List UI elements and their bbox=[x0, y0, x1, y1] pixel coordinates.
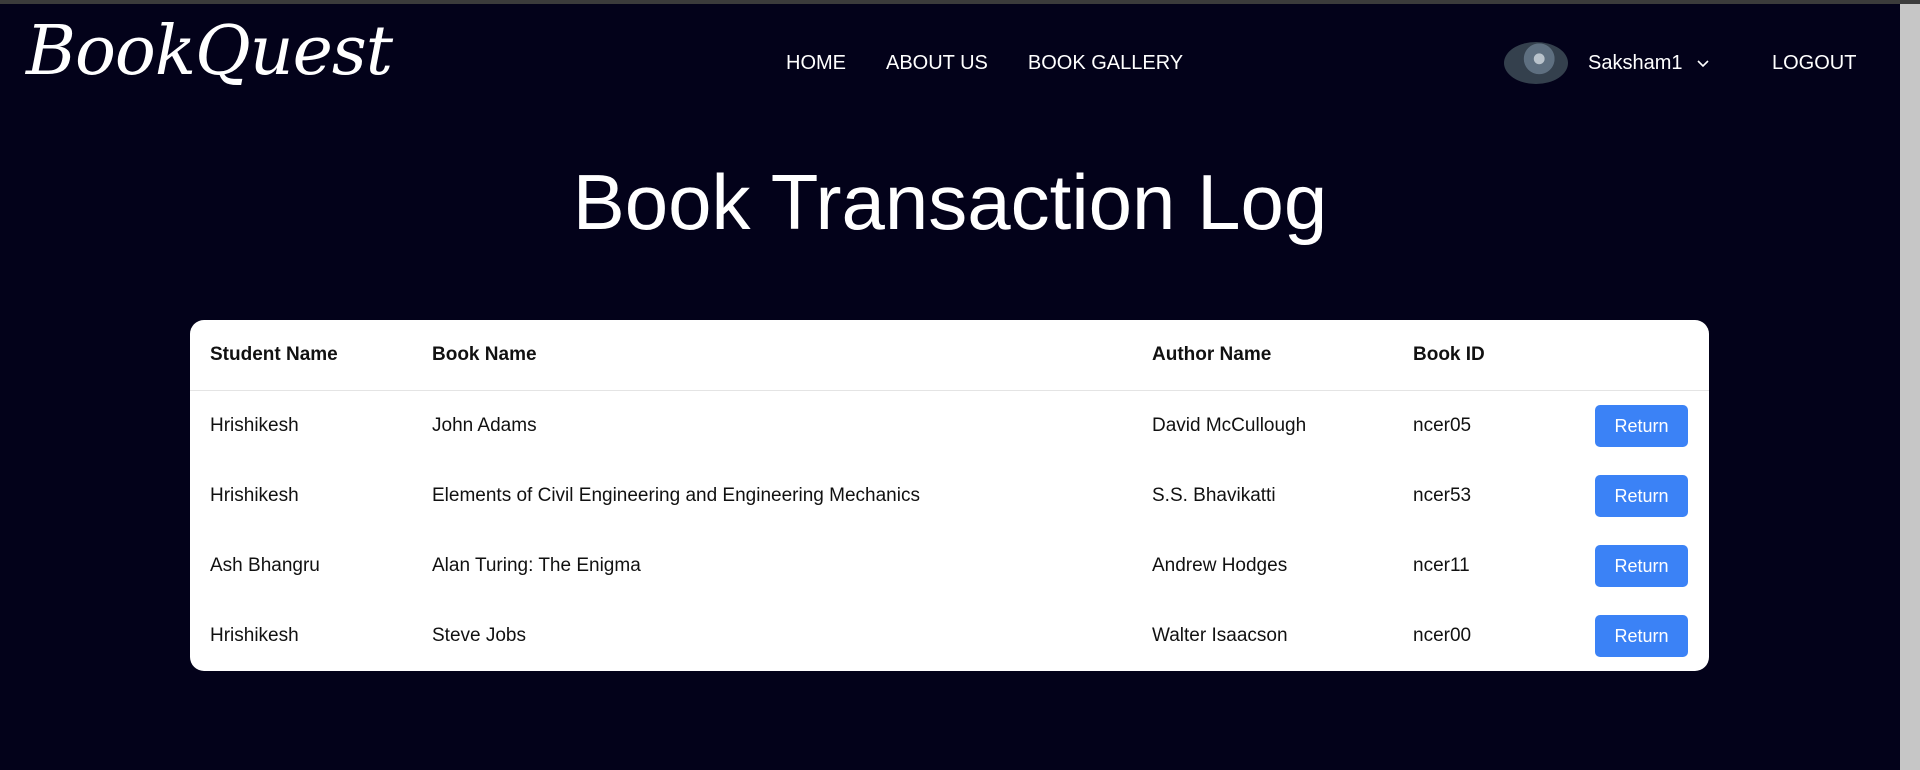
page-title: Book Transaction Log bbox=[572, 158, 1328, 246]
scrollbar[interactable] bbox=[1900, 4, 1920, 770]
transaction-table: Student Name Book Name Author Name Book … bbox=[190, 320, 1709, 671]
logout-button[interactable]: LOGOUT bbox=[1772, 52, 1856, 75]
book-name: Elements of Civil Engineering and Engine… bbox=[432, 485, 920, 506]
window-top-border bbox=[0, 0, 1920, 4]
header-book-id: Book ID bbox=[1413, 344, 1485, 365]
user-menu[interactable]: Saksham1 bbox=[1504, 42, 1711, 84]
student-name: Hrishikesh bbox=[210, 415, 299, 436]
nav-home[interactable]: HOME bbox=[786, 52, 846, 75]
book-id: ncer11 bbox=[1413, 555, 1470, 576]
avatar[interactable] bbox=[1504, 42, 1568, 84]
chevron-down-icon[interactable] bbox=[1695, 55, 1711, 71]
return-button[interactable]: Return bbox=[1595, 615, 1688, 657]
header-student-name: Student Name bbox=[210, 344, 338, 365]
logo[interactable]: BookQuest bbox=[26, 18, 393, 86]
book-id: ncer53 bbox=[1413, 485, 1472, 506]
author-name: Andrew Hodges bbox=[1152, 555, 1288, 576]
book-name: John Adams bbox=[432, 415, 537, 436]
header-author-name: Author Name bbox=[1152, 344, 1272, 365]
main-nav: HOME ABOUT US BOOK GALLERY bbox=[786, 52, 1183, 75]
header-book-name: Book Name bbox=[432, 344, 537, 365]
student-name: Hrishikesh bbox=[210, 625, 299, 646]
return-button[interactable]: Return bbox=[1595, 475, 1688, 517]
table-row: Ash Bhangru Alan Turing: The Enigma Andr… bbox=[190, 531, 1709, 601]
student-name: Ash Bhangru bbox=[210, 555, 320, 576]
username[interactable]: Saksham1 bbox=[1588, 52, 1683, 75]
table-row: Hrishikesh Elements of Civil Engineering… bbox=[190, 461, 1709, 531]
author-name: Walter Isaacson bbox=[1152, 625, 1288, 646]
author-name: David McCullough bbox=[1152, 415, 1307, 436]
nav-book-gallery[interactable]: BOOK GALLERY bbox=[1028, 52, 1183, 75]
author-name: S.S. Bhavikatti bbox=[1152, 485, 1276, 506]
nav-about-us[interactable]: ABOUT US bbox=[886, 52, 988, 75]
book-name: Steve Jobs bbox=[432, 625, 526, 646]
table-header: Student Name Book Name Author Name Book … bbox=[190, 320, 1709, 391]
book-id: ncer05 bbox=[1413, 415, 1472, 436]
book-id: ncer00 bbox=[1413, 625, 1472, 646]
table-row: Hrishikesh Steve Jobs Walter Isaacson nc… bbox=[190, 601, 1709, 671]
return-button[interactable]: Return bbox=[1595, 545, 1688, 587]
book-name: Alan Turing: The Enigma bbox=[432, 555, 641, 576]
table-row: Hrishikesh John Adams David McCullough n… bbox=[190, 391, 1709, 461]
return-button[interactable]: Return bbox=[1595, 405, 1688, 447]
student-name: Hrishikesh bbox=[210, 485, 299, 506]
